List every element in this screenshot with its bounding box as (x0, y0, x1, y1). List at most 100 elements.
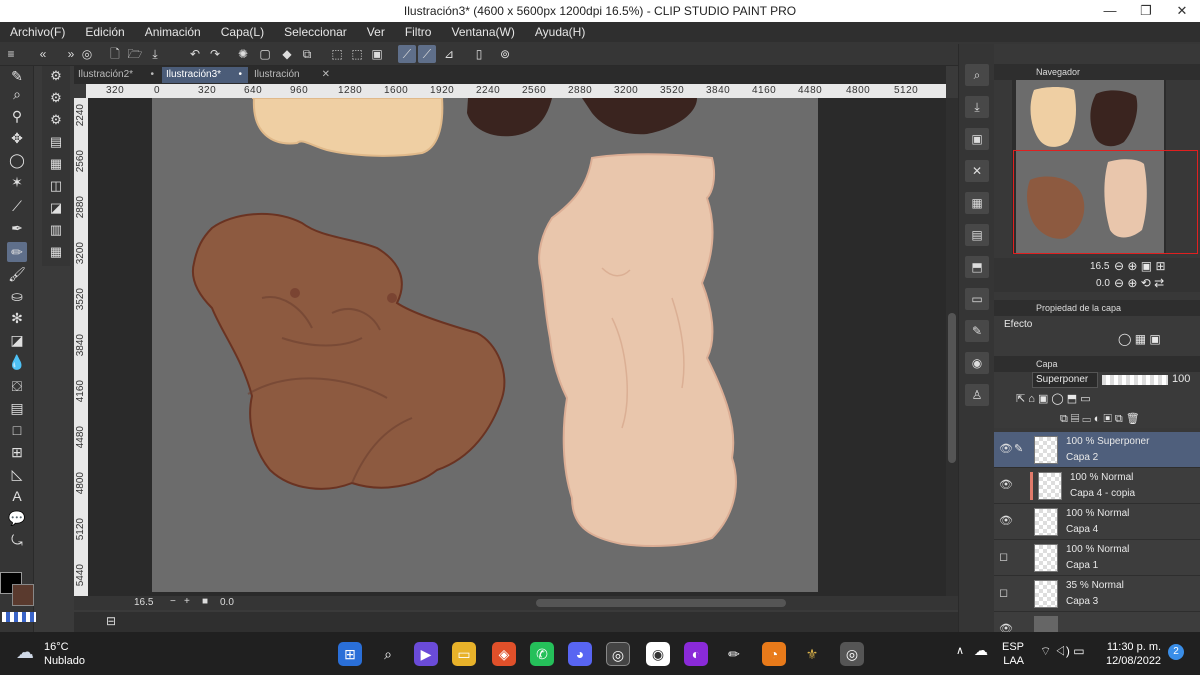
layer-row[interactable]: 👁 ✎ 100 % Superponer Capa 2 (994, 432, 1200, 468)
subtool-2-icon[interactable]: ⚙ (46, 88, 66, 108)
tab-ilustracion2[interactable]: Ilustración2* • (74, 67, 160, 83)
minimize-icon[interactable]: — (1092, 0, 1128, 22)
language-indicator[interactable]: ESP LAA (1002, 640, 1024, 668)
figure-icon[interactable]: □ (7, 420, 27, 440)
network-volume-battery-icons[interactable]: ⌔ ◁) ▭ (1040, 644, 1085, 659)
blend-icon[interactable]: 💧 (7, 352, 27, 372)
clock[interactable]: 11:30 p. m. 12/08/2022 (1106, 640, 1161, 668)
weather-widget[interactable]: 16°C Nublado (44, 640, 85, 668)
pattern-icon[interactable]: ▦ (965, 192, 989, 214)
maximize-icon[interactable]: ❐ (1128, 0, 1164, 22)
menu-filtro[interactable]: Filtro (405, 25, 432, 39)
eye-icon[interactable]: 👁 (999, 514, 1013, 527)
vertical-scrollbar[interactable] (946, 98, 958, 596)
decoration-icon[interactable]: ✻ (7, 308, 27, 328)
menu-archivo[interactable]: Archivo(F) (10, 25, 65, 39)
layer-row-paper[interactable]: 👁 (994, 612, 1200, 632)
brush-icon[interactable]: 🖌 (7, 264, 27, 284)
layer-lock-icons[interactable]: ⇱ ⌂ ▣ ◯ ⬒ ▭ (1016, 392, 1091, 405)
fill-bucket-icon[interactable]: ⛋ (7, 376, 27, 396)
opacity-slider[interactable] (1102, 375, 1168, 385)
collapse-icon[interactable]: « (34, 45, 52, 63)
image-icon[interactable]: ⬒ (965, 256, 989, 278)
navigator-rotate-icon[interactable]: ⊖ ⊕ ⟲ ⇄ (1114, 276, 1164, 290)
magic-wand-icon[interactable]: ✶ (7, 172, 27, 192)
close-tab-icon[interactable]: • (238, 67, 242, 83)
new-file-icon[interactable]: 🗋 (106, 45, 124, 63)
canvas-paper[interactable] (152, 98, 818, 592)
menu-ventana[interactable]: Ventana(W) (451, 25, 514, 39)
panel-toggle-icon[interactable]: ⊟ (106, 614, 116, 628)
layer-row[interactable]: 👁 100 % Normal Capa 4 - copia (994, 468, 1200, 504)
correct-line-icon[interactable]: ⤿ (7, 530, 27, 550)
undo-icon[interactable]: ↶ (186, 45, 204, 63)
close-tab-icon[interactable]: ✕ (322, 67, 330, 83)
pen-tool-icon[interactable]: ✎ (7, 66, 27, 86)
menu-seleccionar[interactable]: Seleccionar (284, 25, 347, 39)
navigator-view-frame[interactable] (1013, 150, 1198, 254)
tab-ilustracion3[interactable]: Ilustración3* • (162, 67, 248, 83)
weather-icon[interactable]: ☁ (16, 642, 34, 663)
eye-hidden-icon[interactable]: ◻ (999, 550, 1011, 563)
snap-ruler-icon[interactable]: ⟋ (398, 45, 416, 63)
clip-studio-2-icon[interactable]: ◎ (840, 642, 864, 666)
invert-selection-icon[interactable]: ⬚ (348, 45, 366, 63)
eyedropper-icon[interactable]: ⟋ (7, 196, 27, 216)
eye-icon[interactable]: 👁 (999, 478, 1013, 491)
subtool-1-icon[interactable]: ⚙ (46, 66, 66, 86)
tray-chevron-icon[interactable]: ∧ (956, 644, 964, 657)
sub-color-swatch[interactable] (12, 584, 34, 606)
scroll-thumb[interactable] (948, 313, 956, 463)
text-tool-icon[interactable]: A (7, 486, 27, 506)
save-icon[interactable]: ⤓ (146, 45, 164, 63)
navigator-zoom-out-icon[interactable]: ⊖ ⊕ ▣ ⊞ (1114, 259, 1166, 273)
export-icon[interactable]: ⤓ (965, 96, 989, 118)
close-icon[interactable]: ✕ (1164, 0, 1200, 22)
snap-grid-icon[interactable]: ⊿ (440, 45, 458, 63)
window-icon[interactable]: ▭ (965, 288, 989, 310)
pencil-icon[interactable]: ✏ (7, 242, 27, 262)
horizontal-scroll-thumb[interactable] (536, 599, 786, 607)
zoom-value[interactable]: 16.5 (134, 597, 153, 608)
whatsapp-icon[interactable]: ✆ (530, 642, 554, 666)
blender-icon[interactable]: ◔ (762, 642, 786, 666)
opacity-value[interactable]: 100 (1172, 373, 1190, 385)
notification-badge[interactable]: 2 (1168, 644, 1184, 660)
device-icon[interactable]: ▯ (470, 45, 488, 63)
loading-icon[interactable]: ✺ (234, 45, 252, 63)
transparent-color-swatch[interactable] (2, 612, 36, 622)
navigator-zoom[interactable]: 16.5 (1090, 261, 1109, 272)
league-icon[interactable]: ⚜ (800, 642, 824, 666)
layer-action-icons[interactable]: ⧉ ▤ ▭ ◐ ▣ ⧉ 🗑 (1060, 412, 1140, 426)
zoom-tool-icon[interactable]: ⌕ (7, 84, 27, 104)
deselect-icon[interactable]: ⬚ (328, 45, 346, 63)
snap-special-ruler-icon[interactable]: ⟋ (418, 45, 436, 63)
effect-icons[interactable]: ◯ ▦ ▣ (1118, 332, 1161, 346)
subtool-4-icon[interactable]: ▤ (46, 132, 66, 152)
redo-icon[interactable]: ↷ (206, 45, 224, 63)
doc-icon[interactable]: ▤ (965, 224, 989, 246)
pen-icon[interactable]: ✒ (7, 218, 27, 238)
balloon-icon[interactable]: 💬 (7, 508, 27, 528)
close-panel-icon[interactable]: ✕ (965, 160, 989, 182)
clip-studio-icon[interactable]: ◎ (78, 45, 96, 63)
eye-icon[interactable]: 👁 (999, 622, 1013, 632)
help-icon[interactable]: ⊚ (496, 45, 514, 63)
subtool-6-icon[interactable]: ◫ (46, 176, 66, 196)
subtool-5-icon[interactable]: ▦ (46, 154, 66, 174)
fit-icon[interactable]: ■ (202, 596, 208, 607)
menu-capa[interactable]: Capa(L) (221, 25, 264, 39)
layer-row[interactable]: 👁 100 % Normal Capa 4 (994, 504, 1200, 540)
subtool-8-icon[interactable]: ▥ (46, 220, 66, 240)
eraser-icon[interactable]: ◪ (7, 330, 27, 350)
chrome-icon[interactable]: ◉ (646, 642, 670, 666)
navigator-rotation[interactable]: 0.0 (1096, 278, 1110, 289)
subtool-7-icon[interactable]: ◪ (46, 198, 66, 218)
selection-outline-icon[interactable]: ▣ (368, 45, 386, 63)
frame-icon[interactable]: ⊞ (7, 442, 27, 462)
tab-ilustracion[interactable]: Ilustración ✕ (250, 67, 336, 83)
search-icon[interactable]: ⌕ (376, 642, 400, 666)
blend-mode-select[interactable]: Superponer (1032, 372, 1098, 388)
camera-icon[interactable]: ◉ (965, 352, 989, 374)
color-app-icon[interactable]: ◐ (684, 642, 708, 666)
